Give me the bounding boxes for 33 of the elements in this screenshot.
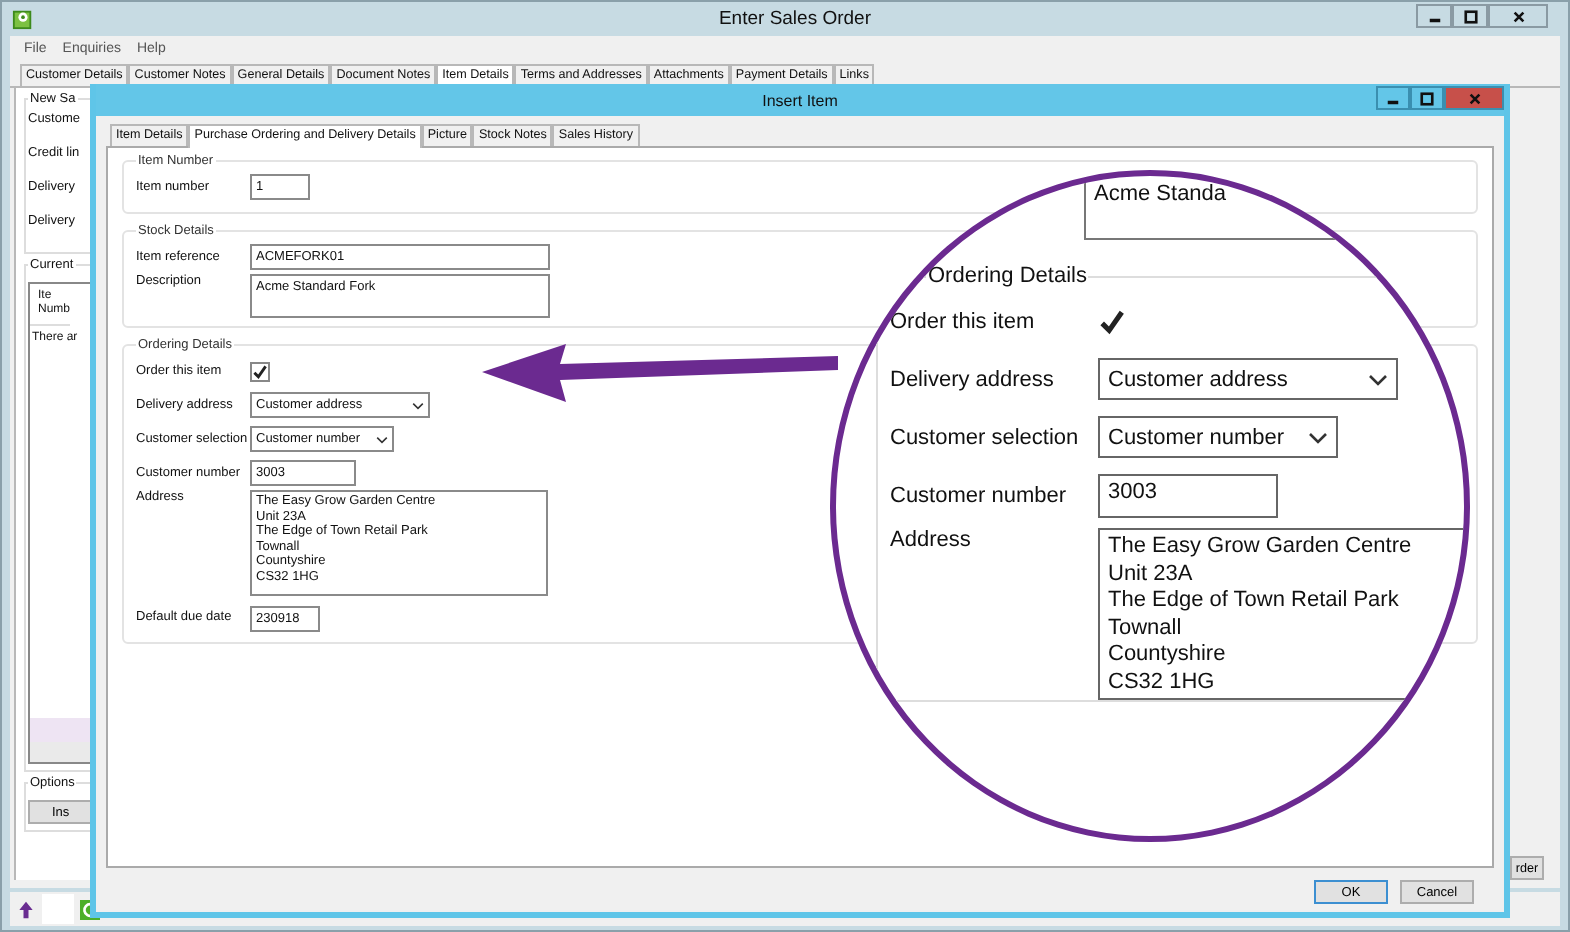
customer-selection-dropdown[interactable]: Customer number [1098, 416, 1338, 458]
close-icon [1467, 91, 1481, 105]
delivery-address-dropdown[interactable]: Customer address [1098, 358, 1398, 400]
field-label: Delivery address [890, 367, 1056, 391]
customer-number-field[interactable]: 3003 [1098, 473, 1278, 517]
window-title: Enter Sales Order [716, 8, 874, 30]
field-label: Customer selection [890, 425, 1081, 449]
maximize-icon [1463, 9, 1477, 23]
field-label: Customer number [890, 483, 1069, 507]
field-label: Address [890, 528, 973, 552]
group-title: Ordering Details [926, 264, 1089, 288]
close-icon [1511, 9, 1525, 23]
up-arrow-icon[interactable] [16, 897, 36, 921]
checkmark-icon [1098, 307, 1126, 335]
address-field[interactable]: The Easy Grow Garden Centre Unit 23A The Edge of Town Retail Park Townall Countyshire CS32 1HG [1098, 528, 1464, 700]
checkbox[interactable] [250, 361, 270, 381]
chevron-down-icon [1368, 373, 1388, 385]
minimize-button[interactable] [1416, 4, 1452, 28]
chevron-down-icon [412, 401, 424, 409]
field-label: Order this item [890, 309, 1037, 333]
close-button[interactable] [1488, 4, 1548, 28]
status-panel [42, 894, 74, 924]
chevron-down-icon [1308, 431, 1328, 443]
maximize-button[interactable] [1410, 86, 1444, 110]
maximize-icon [1420, 91, 1434, 105]
checkbox[interactable] [1098, 307, 1126, 335]
scrollbar[interactable] [30, 718, 92, 762]
minimize-button[interactable] [1376, 86, 1410, 110]
checkmark-icon [252, 363, 268, 379]
document-gear-icon [12, 8, 34, 30]
dialog-title: Insert Item [760, 91, 840, 109]
maximize-button[interactable] [1452, 4, 1488, 28]
chevron-down-icon [376, 435, 388, 443]
